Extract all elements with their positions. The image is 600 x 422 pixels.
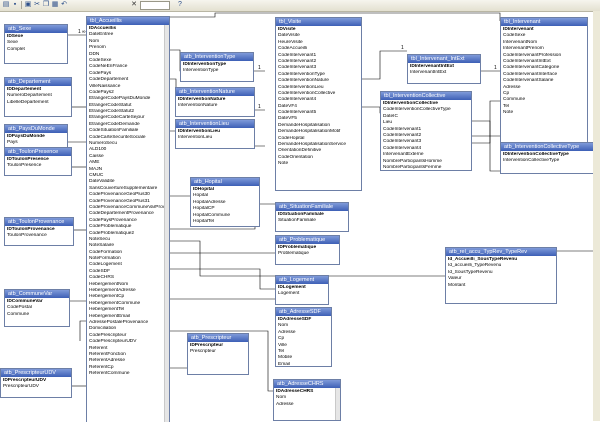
field-list: IDInterventionCollective CodeIntervention…	[381, 100, 471, 172]
table-title: atb_AdresseCHRS	[274, 380, 340, 388]
field-item: Note	[503, 110, 514, 116]
cut-icon[interactable]: ✂	[33, 1, 41, 9]
table-atb-toulonprovenance[interactable]: atb_ToulonProvenance IDToulonProvenance …	[4, 217, 74, 246]
zoom-dropdown[interactable]	[140, 1, 170, 10]
field-item: Note	[278, 161, 289, 167]
field-item: Logement	[278, 291, 300, 297]
field-list: IDAccueillis DateEntree Nom Prenom DDN CodeSe…	[87, 25, 169, 378]
copy-icon[interactable]: ❐	[42, 1, 50, 9]
table-title: atb_ToulonProvenance	[5, 218, 73, 226]
relation-line	[168, 268, 275, 290]
table-title: atb_InterventionType	[181, 53, 253, 61]
save-icon[interactable]: ▪	[11, 1, 19, 9]
table-atb-situationfamiliale[interactable]: atb_SituationFamiliale IDSituationFamili…	[275, 202, 349, 232]
field-item: Email	[278, 361, 290, 367]
table-title: tbl_Intervenant	[501, 18, 587, 26]
undo-icon[interactable]: ↶	[60, 1, 68, 9]
table-tbl-intervenant-intext[interactable]: tbl_Intervenant_IntExt IDIntervenantIntE…	[407, 54, 481, 84]
help-icon[interactable]: ?	[176, 1, 184, 9]
table-title: atb_InterventionCollectiveType	[501, 143, 599, 151]
table-atb-communevar[interactable]: atb_CommuneVar IDCommuneVar CodePostal C…	[4, 289, 70, 327]
table-title: atb_Logement	[276, 276, 328, 284]
svg-text:1: 1	[494, 65, 497, 71]
field-list: IDIntervenant CodeSexe IntervenantNom Inter…	[501, 26, 587, 117]
relation-line	[470, 100, 500, 144]
table-tbl-intervenant[interactable]: tbl_Intervenant IDIntervenant CodeSexe Int…	[500, 17, 588, 146]
field-item: Complet	[7, 46, 25, 52]
delete-icon[interactable]: ✕	[130, 1, 138, 9]
field-item: LibelleDepartement	[7, 99, 49, 105]
field-item: Montant	[448, 282, 466, 288]
field-item: NombreParticipantsFemme	[383, 164, 442, 170]
field-item: ToulonProvenance	[7, 233, 47, 239]
table-title: atb_AdresseSDF	[276, 308, 331, 316]
table-title: atb_Prescripteur	[188, 334, 248, 342]
relation-line	[470, 120, 500, 172]
relationship-canvas: 1 ∞ 11 11 atb_Sexe IDSexe Sexe Complet at…	[0, 11, 600, 422]
field-item: Adresse	[276, 401, 294, 407]
print-icon[interactable]: ▣	[24, 1, 32, 9]
open-icon[interactable]: ▤	[2, 1, 10, 9]
field-list: IDVisite DateVisite HeureVisite CodeAccueil…	[276, 26, 361, 169]
svg-text:1: 1	[258, 65, 261, 71]
table-title: atb_CommuneVar	[5, 290, 69, 298]
table-atb-problematique[interactable]: atb_Problematique IDProblematique Proble…	[275, 235, 340, 265]
table-title: atb_ToulonPresence	[5, 148, 71, 156]
field-item: PrescripteurUDV	[3, 384, 39, 390]
table-title: atb_InterventionLieu	[176, 120, 254, 128]
table-title: atb_Departement	[5, 78, 71, 86]
table-atb-interventionnature[interactable]: atb_InterventionNature IDInterventionNat…	[175, 87, 255, 117]
field-item: SituationFamiliale	[278, 218, 316, 224]
relation-line	[360, 50, 407, 80]
table-title: atb_rel_accu_TypRev_TypeRev	[446, 248, 556, 256]
table-tbl-interventioncollective[interactable]: tbl_InterventionCollective IDInterventio…	[380, 91, 472, 171]
table-atb-interventioncollectivetype[interactable]: atb_InterventionCollectiveType IDInterve…	[500, 142, 600, 174]
table-title: tbl_Accueillis	[87, 17, 169, 25]
table-title: atb_InterventionNature	[176, 88, 254, 96]
table-title: atb_Problematique	[276, 236, 339, 244]
svg-text:1: 1	[78, 29, 81, 35]
svg-text:1: 1	[401, 45, 404, 51]
field-item: ReferentCommune	[89, 371, 130, 377]
table-title: tbl_Intervenant_IntExt	[408, 55, 480, 63]
table-atb-prescripteur[interactable]: atb_Prescripteur IDPrescripteur Prescrip…	[187, 333, 249, 375]
vertical-scrollbar[interactable]	[593, 11, 600, 421]
field-item: Problematique	[278, 251, 309, 257]
table-tbl-visite[interactable]: tbl_Visite IDVisite DateVisite HeureVisite…	[275, 17, 362, 191]
table-atb-logement[interactable]: atb_Logement IDLogement Logement	[275, 275, 329, 305]
table-atb-toulonpresence[interactable]: atb_ToulonPresence IDToulonPresence Toul…	[4, 147, 72, 176]
table-title: atb_PrescripteurUDV	[1, 369, 71, 377]
field-item: Commune	[7, 311, 30, 317]
field-item: ToulonPresence	[7, 163, 42, 169]
table-atb-interventiontype[interactable]: atb_InterventionType IDInterventionType …	[180, 52, 254, 82]
field-item: HopitalTel	[193, 218, 215, 224]
svg-text:1: 1	[258, 104, 261, 110]
field-item: InterventionType	[183, 68, 219, 74]
field-item: InterventionLieu	[178, 135, 213, 141]
table-tbl-accueillis[interactable]: tbl_Accueillis IDAccueillis DateEntree Nom…	[86, 16, 170, 422]
table-atb-rel-accu-typrev[interactable]: atb_rel_accu_TypRev_TypeRev Id_Accueilli…	[445, 247, 557, 304]
table-title: atb_Sexe	[5, 25, 67, 33]
table-atb-hopital[interactable]: atb_Hopital IDHopital Hopital HopitalAdr…	[190, 177, 260, 227]
table-atb-departement[interactable]: atb_Departement IDDepartement NumeroDepa…	[4, 77, 72, 117]
field-item: IntervenantIntExt	[410, 70, 447, 76]
table-atb-interventionlieu[interactable]: atb_InterventionLieu IDInterventionLieu …	[175, 119, 255, 149]
table-title: tbl_InterventionCollective	[381, 92, 471, 100]
table-atb-adressesdf[interactable]: atb_AdresseSDF IDAdresseSDF Nom Adresse …	[275, 307, 332, 367]
table-atb-prescripteurudv[interactable]: atb_PrescripteurUDV IDPrescripteurUDV Pr…	[0, 368, 72, 398]
table-title: atb_Hopital	[191, 178, 259, 186]
field-item: InterventionCollectiveType	[503, 158, 560, 164]
table-title: atb_SituationFamiliale	[276, 203, 348, 211]
table-atb-sexe[interactable]: atb_Sexe IDSexe Sexe Complet	[4, 24, 68, 64]
table-atb-adressechrs[interactable]: atb_AdresseCHRS IDAdresseCHRS Nom Adress…	[273, 379, 341, 421]
field-item: Prescripteur	[190, 349, 216, 355]
paste-icon[interactable]: ▦	[51, 1, 59, 9]
field-item: InterventionNature	[178, 103, 218, 109]
table-title: atb_PaysDuMonde	[5, 125, 67, 133]
toolbar-separator	[21, 1, 22, 9]
table-title: tbl_Visite	[276, 18, 361, 26]
